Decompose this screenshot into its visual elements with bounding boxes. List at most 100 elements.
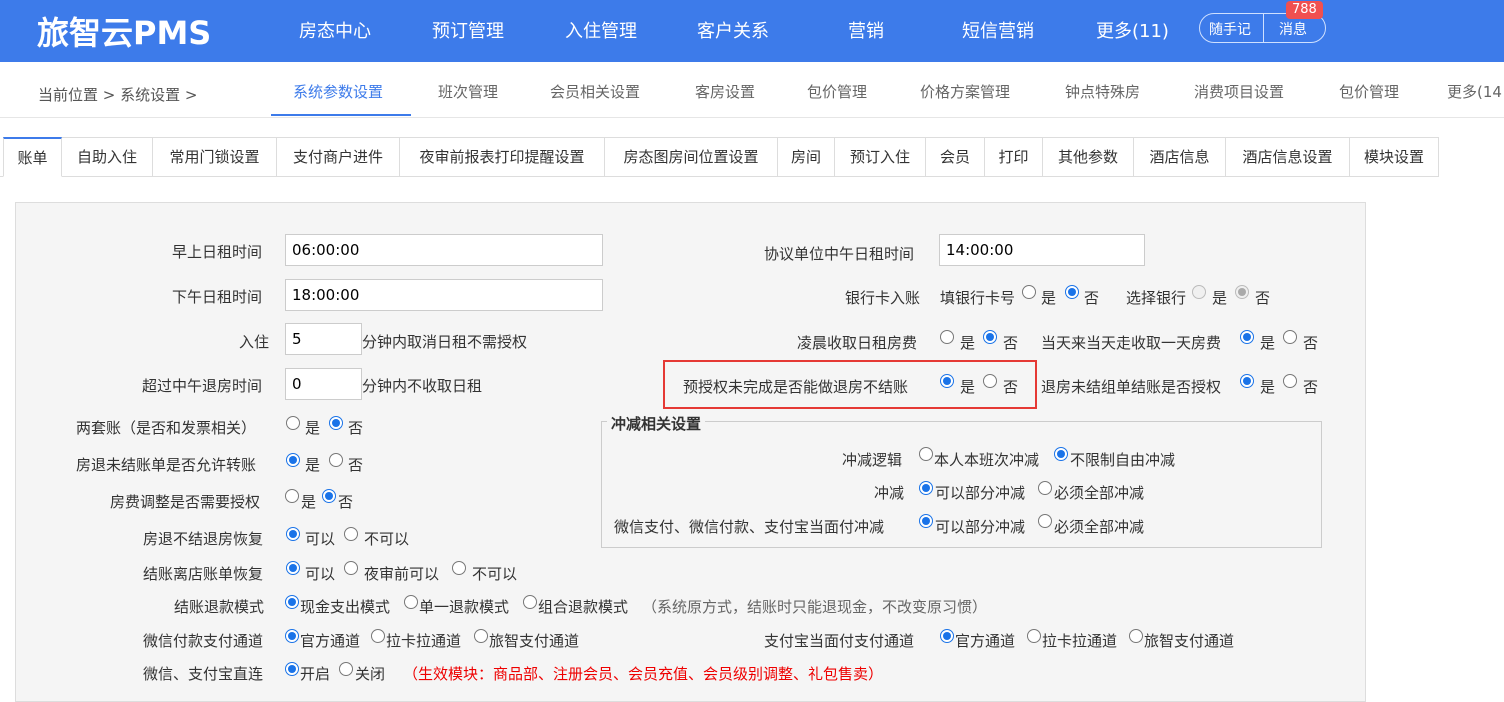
offset-logic-self-radio[interactable] xyxy=(919,447,933,461)
subtab-package[interactable]: 包价管理 xyxy=(807,81,867,102)
tab-hotel-info[interactable]: 酒店信息 xyxy=(1134,137,1226,177)
agreement-rent-input[interactable]: 14:00:00 xyxy=(939,234,1145,266)
noon-suffix: 分钟内不收取日租 xyxy=(362,377,483,395)
checkin-label: 入住 xyxy=(239,333,270,351)
pay-offset-partial-radio[interactable] xyxy=(919,514,933,528)
breadcrumb: 当前位置 > 系统设置 > xyxy=(38,86,198,104)
wechat-lvzhi-radio[interactable] xyxy=(474,629,488,643)
offset-full-radio[interactable] xyxy=(1038,481,1052,495)
offset-logic-free-radio[interactable] xyxy=(1054,447,1068,461)
tab-hotel-info-settings[interactable]: 酒店信息设置 xyxy=(1226,137,1350,177)
app-logo: 旅智云PMS xyxy=(37,14,212,52)
bankcard-fill-yes-radio[interactable] xyxy=(1022,285,1036,299)
subtab-consumption[interactable]: 消费项目设置 xyxy=(1194,81,1284,102)
active-subtab-underline xyxy=(271,114,411,116)
sameday-no-radio[interactable] xyxy=(1283,330,1297,344)
tab-print[interactable]: 打印 xyxy=(985,137,1043,177)
subtab-hourly-room[interactable]: 钟点特殊房 xyxy=(1065,81,1140,102)
tab-door-lock[interactable]: 常用门锁设置 xyxy=(153,137,277,177)
pay-offset-full-radio[interactable] xyxy=(1038,514,1052,528)
tab-reserve-checkin[interactable]: 预订入住 xyxy=(835,137,926,177)
checkin-suffix: 分钟内取消日租不需授权 xyxy=(362,333,528,351)
alipay-lakala-text: 拉卡拉通道 xyxy=(1042,632,1118,650)
early-no-text: 否 xyxy=(1003,334,1019,352)
tab-bill[interactable]: 账单 xyxy=(3,137,62,177)
two-accounts-yes-radio[interactable] xyxy=(286,416,300,430)
leave-cannot-radio[interactable] xyxy=(452,561,466,575)
tab-merchant[interactable]: 支付商户进件 xyxy=(277,137,400,177)
tab-other-params[interactable]: 其他参数 xyxy=(1043,137,1134,177)
leave-can-radio[interactable] xyxy=(286,561,300,575)
nav-room-status[interactable]: 房态中心 xyxy=(299,17,371,43)
sameday-yes-radio[interactable] xyxy=(1240,330,1254,344)
subtab-room[interactable]: 客房设置 xyxy=(695,81,755,102)
direct-on-radio[interactable] xyxy=(285,662,299,676)
checkin-minutes-input[interactable]: 5 xyxy=(285,323,362,355)
subtab-more[interactable]: 更多(14 xyxy=(1447,81,1502,102)
afternoon-rent-input[interactable]: 18:00:00 xyxy=(285,279,603,311)
alipay-official-radio[interactable] xyxy=(940,629,954,643)
transfer-label: 房退未结账单是否允许转账 xyxy=(76,456,257,474)
tab-member[interactable]: 会员 xyxy=(926,137,985,177)
refund-combo-radio[interactable] xyxy=(523,595,537,609)
alipay-lakala-radio[interactable] xyxy=(1027,629,1041,643)
subtab-member[interactable]: 会员相关设置 xyxy=(550,81,640,102)
direct-off-radio[interactable] xyxy=(339,662,353,676)
wechat-official-radio[interactable] xyxy=(285,629,299,643)
top-navbar: 旅智云PMS 房态中心 预订管理 入住管理 客户关系 营销 短信营销 更多(11… xyxy=(0,0,1504,62)
transfer-no-radio[interactable] xyxy=(329,453,343,467)
sameday-label: 当天来当天走收取一天房费 xyxy=(1041,334,1222,352)
nav-checkin[interactable]: 入住管理 xyxy=(565,17,637,43)
two-accounts-no-radio[interactable] xyxy=(329,416,343,430)
adjust-no-radio[interactable] xyxy=(322,489,336,503)
group-no-radio[interactable] xyxy=(1283,374,1297,388)
nav-sms[interactable]: 短信营销 xyxy=(962,17,1034,43)
transfer-yes-radio[interactable] xyxy=(286,453,300,467)
bankcard-choose-text: 选择银行 xyxy=(1126,289,1187,307)
subtab-system-params[interactable]: 系统参数设置 xyxy=(293,81,383,102)
restore-label: 房退不结退房恢复 xyxy=(143,530,264,548)
tab-module-settings[interactable]: 模块设置 xyxy=(1350,137,1439,177)
morning-rent-input[interactable]: 06:00:00 xyxy=(285,234,603,266)
notes-button[interactable]: 随手记 xyxy=(1209,19,1251,39)
nav-reservation[interactable]: 预订管理 xyxy=(432,17,504,43)
group-yes-radio[interactable] xyxy=(1240,374,1254,388)
nav-more[interactable]: 更多(11) xyxy=(1096,17,1169,43)
offset-partial-radio[interactable] xyxy=(919,481,933,495)
subtab-shift[interactable]: 班次管理 xyxy=(438,81,498,102)
refund-cash-radio[interactable] xyxy=(285,595,299,609)
messages-button[interactable]: 消息 xyxy=(1279,19,1307,39)
subtab-price-plan[interactable]: 价格方案管理 xyxy=(920,81,1010,102)
two-accounts-label: 两套账（是否和发票相关） xyxy=(76,419,257,437)
tab-self-checkin[interactable]: 自助入住 xyxy=(62,137,153,177)
leave-before-audit-radio[interactable] xyxy=(344,561,358,575)
sameday-no-text: 否 xyxy=(1303,334,1319,352)
noon-checkout-label: 超过中午退房时间 xyxy=(142,377,263,395)
nav-customer[interactable]: 客户关系 xyxy=(697,17,769,43)
alipay-lvzhi-radio[interactable] xyxy=(1129,629,1143,643)
refund-single-radio[interactable] xyxy=(404,595,418,609)
subtab-package-2[interactable]: 包价管理 xyxy=(1339,81,1399,102)
bankcard-choose-no-radio[interactable] xyxy=(1235,285,1249,299)
restore-can-radio[interactable] xyxy=(286,527,300,541)
transfer-yes-text: 是 xyxy=(305,456,321,474)
sameday-yes-text: 是 xyxy=(1260,334,1276,352)
early-no-radio[interactable] xyxy=(983,330,997,344)
bankcard-fill-no-radio[interactable] xyxy=(1065,285,1079,299)
tab-room[interactable]: 房间 xyxy=(778,137,835,177)
tab-audit-print[interactable]: 夜审前报表打印提醒设置 xyxy=(400,137,605,177)
wechat-lakala-radio[interactable] xyxy=(371,629,385,643)
alipay-lvzhi-text: 旅智支付通道 xyxy=(1144,632,1235,650)
nav-marketing[interactable]: 营销 xyxy=(848,17,884,43)
early-yes-radio[interactable] xyxy=(940,330,954,344)
preauth-yes-text: 是 xyxy=(960,378,976,396)
tab-room-position[interactable]: 房态图房间位置设置 xyxy=(605,137,778,177)
morning-rent-label: 早上日租时间 xyxy=(172,243,263,261)
preauth-no-radio[interactable] xyxy=(983,374,997,388)
offset-full-text: 必须全部冲减 xyxy=(1054,484,1145,502)
noon-minutes-input[interactable]: 0 xyxy=(285,368,362,400)
bankcard-choose-yes-radio[interactable] xyxy=(1192,285,1206,299)
restore-cannot-radio[interactable] xyxy=(344,527,358,541)
preauth-yes-radio[interactable] xyxy=(940,374,954,388)
adjust-yes-radio[interactable] xyxy=(285,489,299,503)
